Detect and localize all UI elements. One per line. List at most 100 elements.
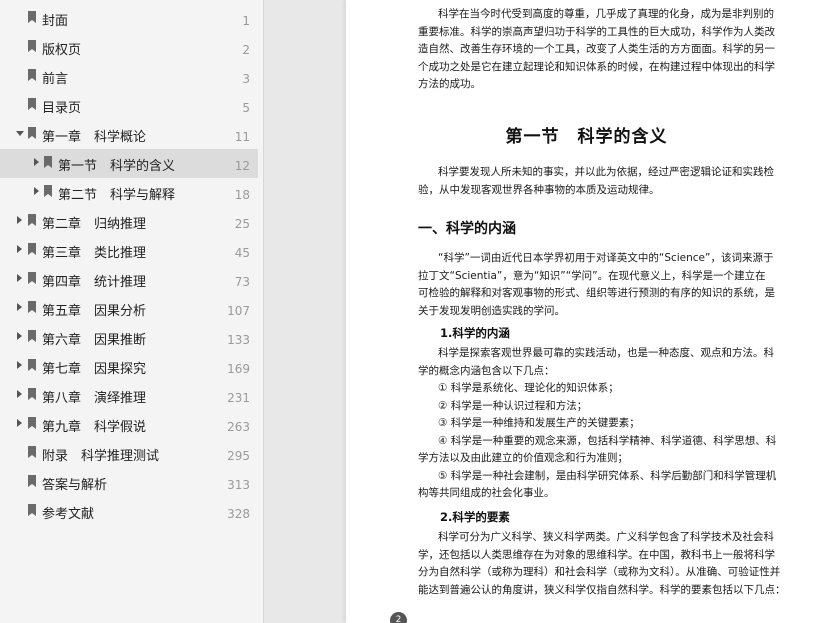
bookmark-page-number: 3 [242,72,250,86]
expand-arrow-icon[interactable] [17,390,22,398]
bookmark-label: 第五章 因果分析 [42,304,147,319]
bookmark-label: 第八章 演绎推理 [42,391,147,406]
bookmark-label: 第一章 科学概论 [42,130,147,145]
bookmark-label: 第二节 科学与解释 [58,188,176,203]
bookmark-page-number: 263 [227,420,250,434]
point-heading: 2.科学的要素 [440,510,510,524]
bookmark-chapter-9[interactable]: 第九章 科学假说 263 [0,410,258,439]
paragraph-line: 学，还包括以人类思维存在为对象的思维科学。在中国，教科书上一般将科学 [418,548,775,561]
section-intro-line: 验，从中发现客观世界各种事物的本质及运动规律。 [418,183,660,196]
list-item: ③ 科学是一种维持和发展生产的关键要素； [438,417,640,429]
list-item: 构等共同组成的社会化事业。 [418,487,555,499]
bookmark-icon [28,127,36,139]
expand-arrow-icon[interactable] [17,216,22,224]
bookmark-chapter-6[interactable]: 第六章 因果推断 133 [0,323,258,352]
bookmark-page-number: 231 [227,391,250,405]
bookmark-chapter-3[interactable]: 第三章 类比推理 45 [0,236,258,265]
document-page: 科学在当今时代受到高度的尊重，几乎成了真理的化身，成为是非判别的 重要标准。科学… [346,0,827,623]
expand-arrow-icon[interactable] [17,419,22,427]
intro-line: 重要标准。科学的崇高声望归功于科学的工具性的巨大成功，科学作为人类改 [418,25,775,38]
expand-arrow-icon[interactable] [17,245,22,253]
bookmarks-panel: 封面 1 版权页 2 前言 3 目录页 5 第一章 科学概论 11 第一节 科学… [0,0,264,623]
bookmark-icon [28,359,36,371]
list-item: 学方法以及由此建立的价值观念和行为准则； [418,452,628,464]
bookmark-page-number: 107 [227,304,250,318]
point-heading: 1.科学的内涵 [440,326,510,340]
bookmark-page-number: 45 [234,246,250,260]
expand-arrow-icon[interactable] [34,158,39,166]
expand-arrow-icon[interactable] [34,187,39,195]
bookmark-section-1-1[interactable]: 第一节 科学的含义 12 [0,149,258,178]
bookmark-icon [28,504,36,516]
expand-arrow-icon[interactable] [17,303,22,311]
bookmark-icon [28,214,36,226]
expand-arrow-icon[interactable] [17,332,22,340]
bookmark-page-number: 133 [227,333,250,347]
bookmark-page-number: 169 [227,362,250,376]
bookmark-label: 第七章 因果探究 [42,362,147,377]
bookmark-label: 第二章 归纳推理 [42,217,147,232]
bookmark-label: 版权页 [42,43,82,58]
paragraph-line: 分为自然科学（或称为理科）和社会科学（或称为文科）。从准确、可验证性并 [418,566,781,578]
bookmark-label: 第四章 统计推理 [42,275,147,290]
paragraph-line: 可检验的解释和对客观事物的形式、组织等进行预测的有序的知识的系统，是 [418,287,775,299]
bookmark-icon [28,475,36,487]
bookmark-label: 第六章 因果推断 [42,333,147,348]
bookmark-icon [28,388,36,400]
bookmark-toc[interactable]: 目录页 5 [0,91,258,120]
section-title: 第一节 科学的含义 [505,127,668,147]
bookmark-icon [28,330,36,342]
bookmark-page-number: 18 [234,188,250,202]
bookmark-label: 前言 [42,72,69,87]
bookmark-icon [28,243,36,255]
paragraph-line: 拉丁文“Scientia”，意为“知识”“学问”。在现代意义上，科学是一个建立在 [418,269,766,282]
bookmark-chapter-2[interactable]: 第二章 归纳推理 25 [0,207,258,236]
bookmark-label: 第一节 科学的含义 [58,159,176,174]
bookmark-chapter-7[interactable]: 第七章 因果探究 169 [0,352,258,381]
bookmark-cover[interactable]: 封面 1 [0,4,258,33]
bookmark-icon [28,301,36,313]
expand-arrow-icon[interactable] [17,361,22,369]
viewer-background [264,0,346,623]
bookmark-icon [28,417,36,429]
bookmark-icon [28,69,36,81]
bookmark-page-number: 1 [242,14,250,28]
subsection-heading: 一、科学的内涵 [418,221,516,237]
expand-arrow-icon[interactable] [17,274,22,282]
bookmark-page-number: 2 [242,43,250,57]
list-item: ④ 科学是一种重要的观念来源，包括科学精神、科学道德、科学思想、科 [438,434,777,447]
bookmark-section-1-2[interactable]: 第二节 科学与解释 18 [0,178,258,207]
bookmark-chapter-8[interactable]: 第八章 演绎推理 231 [0,381,258,410]
bookmark-icon [28,272,36,284]
bookmark-copyright[interactable]: 版权页 2 [0,33,258,62]
bookmark-label: 封面 [42,14,69,29]
paragraph-line: 关于发现发明创造实践的学问。 [418,304,565,317]
list-item: ⑤ 科学是一种社会建制，是由科学研究体系、科学后勤部门和科学管理机 [438,469,777,482]
bookmark-appendix[interactable]: 附录 科学推理测试 295 [0,439,258,468]
bookmark-page-number: 295 [227,449,250,463]
intro-line: 个成功之处是它在建立起理论和知识体系的时候，在构建过程中体现出的科学 [418,60,775,73]
bookmark-preface[interactable]: 前言 3 [0,62,258,91]
bookmark-references[interactable]: 参考文献 328 [0,497,258,526]
list-item: ① 科学是系统化、理论化的知识体系； [438,382,619,394]
section-intro-line: 科学要发现人所未知的事实，并以此为依据，经过严密逻辑论证和实践检 [438,166,774,178]
bookmark-chapter-4[interactable]: 第四章 统计推理 73 [0,265,258,294]
bookmark-page-number: 73 [234,275,250,289]
bookmark-chapter-1[interactable]: 第一章 科学概论 11 [0,120,258,149]
bookmark-label: 第九章 科学假说 [42,420,147,435]
bookmark-chapter-5[interactable]: 第五章 因果分析 107 [0,294,258,323]
intro-line: 科学在当今时代受到高度的尊重，几乎成了真理的化身，成为是非判别的 [438,8,774,20]
bookmark-label: 附录 科学推理测试 [42,449,160,464]
paragraph-line: “科学”一词由近代日本学界初用于对译英文中的“Science”，该词来源于 [438,252,774,264]
collapse-arrow-icon[interactable] [16,131,24,136]
bookmark-answers[interactable]: 答案与解析 313 [0,468,258,497]
bookmark-label: 第三章 类比推理 [42,246,147,261]
intro-line: 方法的成功。 [418,78,481,90]
bookmark-label: 答案与解析 [42,478,108,493]
list-item: ② 科学是一种认识过程和方法； [438,399,588,412]
bookmark-label: 目录页 [42,101,82,116]
bookmark-icon [28,40,36,52]
bookmark-page-number: 11 [234,130,250,144]
intro-line: 造自然、改善生存环境的一个工具，改变了人类生活的方方面面。科学的另一 [418,43,775,55]
bookmark-icon [28,446,36,458]
